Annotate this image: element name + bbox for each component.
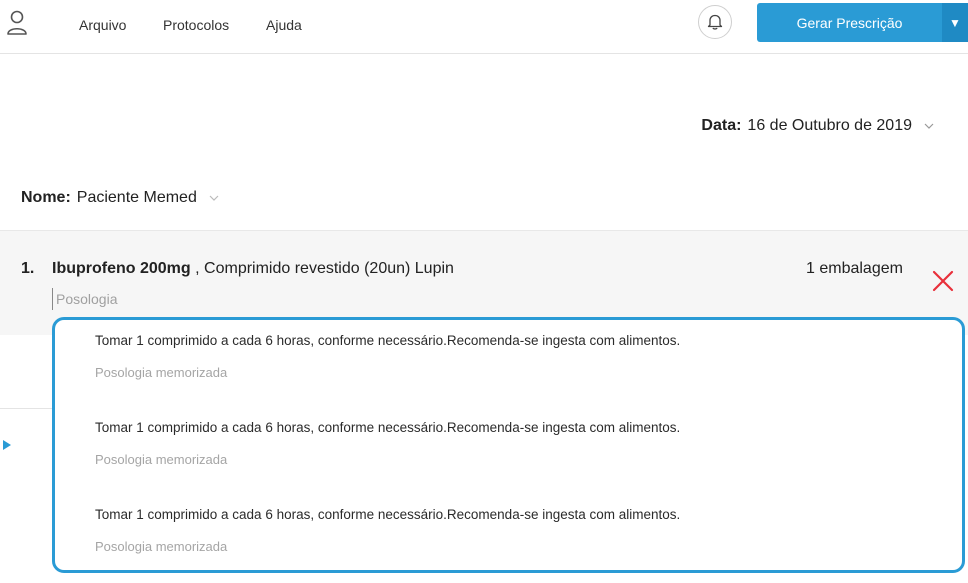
suggestion-item[interactable]: Tomar 1 comprimido a cada 6 horas, confo…	[95, 333, 935, 380]
date-value: 16 de Outubro de 2019	[747, 117, 912, 134]
name-label: Nome:	[21, 189, 71, 206]
divider	[0, 408, 52, 409]
suggestion-text: Tomar 1 comprimido a cada 6 horas, confo…	[95, 507, 681, 522]
date-label: Data:	[701, 117, 742, 134]
generate-prescription-button[interactable]: Gerar Prescrição	[757, 3, 942, 42]
dosage-suggestions-dropdown: Tomar 1 comprimido a cada 6 horas, confo…	[52, 317, 965, 573]
notifications-button[interactable]	[698, 5, 732, 39]
item-drug[interactable]: Ibuprofeno 200mg , Comprimido revestido …	[52, 260, 454, 278]
suggestion-item[interactable]: Tomar 1 comprimido a cada 6 horas, confo…	[95, 507, 935, 554]
suggestion-text: Tomar 1 comprimido a cada 6 horas, confo…	[95, 420, 681, 435]
patient-name-field[interactable]: Nome: Paciente Memed	[21, 189, 219, 207]
expand-arrow-icon[interactable]	[3, 440, 11, 450]
suggestion-subtitle: Posologia memorizada	[95, 452, 228, 467]
suggestion-subtitle: Posologia memorizada	[95, 365, 228, 380]
suggestion-subtitle: Posologia memorizada	[95, 539, 228, 554]
top-bar: Arquivo Protocolos Ajuda Gerar Prescriçã…	[0, 0, 968, 54]
user-icon[interactable]	[6, 8, 28, 36]
drug-name: Ibuprofeno 200mg	[52, 260, 191, 277]
suggestion-text: Tomar 1 comprimido a cada 6 horas, confo…	[95, 333, 681, 348]
menu-arquivo[interactable]: Arquivo	[79, 17, 126, 33]
patient-name-value: Paciente Memed	[76, 189, 197, 206]
suggestion-item[interactable]: Tomar 1 comprimido a cada 6 horas, confo…	[95, 420, 935, 467]
menu-ajuda[interactable]: Ajuda	[266, 17, 302, 33]
caret-down-icon: ▼	[949, 15, 961, 30]
close-icon[interactable]	[932, 270, 954, 292]
generate-options-dropdown[interactable]: ▼	[942, 3, 968, 42]
menu-protocolos[interactable]: Protocolos	[163, 17, 229, 33]
item-quantity[interactable]: 1 embalagem	[806, 260, 903, 278]
item-number: 1.	[21, 260, 35, 277]
date-field[interactable]: Data: 16 de Outubro de 2019	[701, 117, 934, 135]
chevron-down-icon	[924, 123, 934, 129]
dosage-input[interactable]	[52, 288, 356, 310]
chevron-down-icon	[209, 195, 219, 201]
drug-details: , Comprimido revestido (20un) Lupin	[195, 260, 454, 277]
bell-icon	[707, 14, 723, 30]
